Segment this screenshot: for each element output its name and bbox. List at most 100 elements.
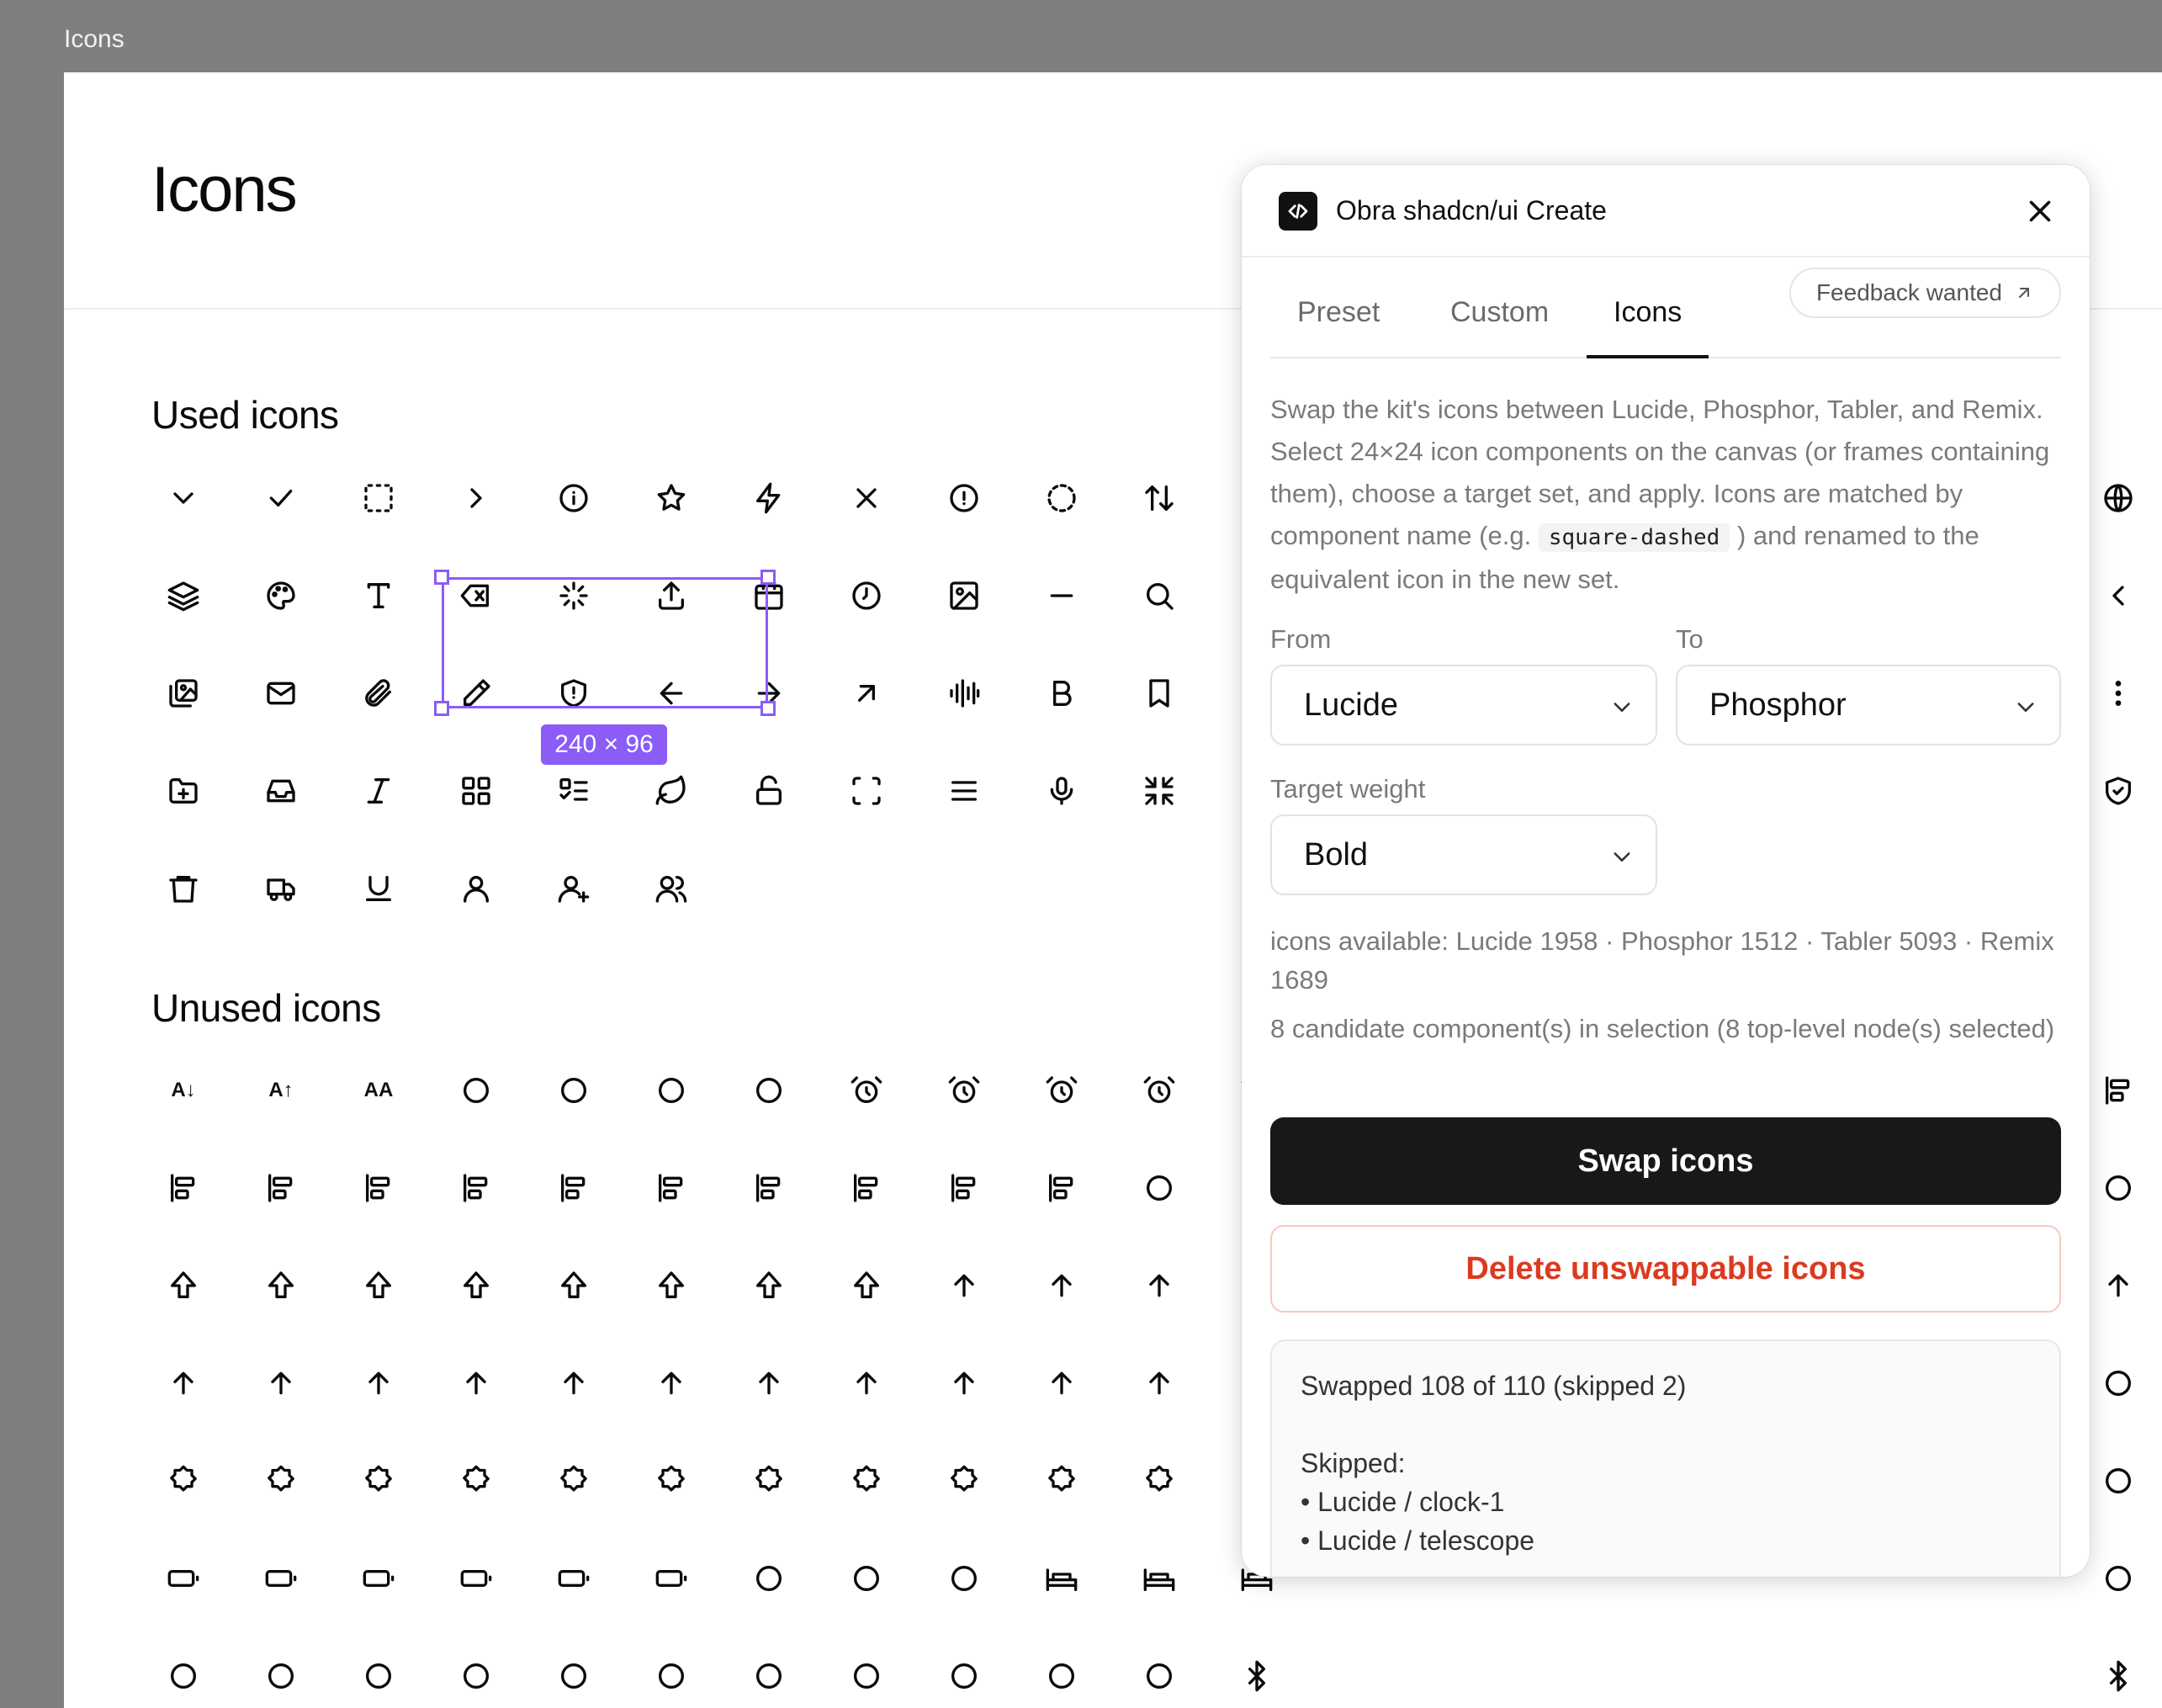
layout-grid-icon[interactable] xyxy=(458,772,495,809)
square-dashed-icon[interactable] xyxy=(360,480,397,517)
globe-icon[interactable] xyxy=(2100,480,2137,517)
shield-check-icon[interactable] xyxy=(2100,772,2137,809)
list-todo-icon[interactable] xyxy=(555,772,592,809)
bike-icon[interactable] xyxy=(262,1658,299,1695)
battery-icon[interactable] xyxy=(653,1560,690,1597)
blocks-icon[interactable] xyxy=(1141,1658,1178,1695)
badge-turkish-lira-icon[interactable] xyxy=(1043,1462,1080,1499)
trash-icon[interactable] xyxy=(165,870,202,907)
badge-indian-rupee-icon[interactable] xyxy=(165,1462,202,1499)
arrow-down-a-z-icon[interactable] xyxy=(1141,1267,1178,1304)
arrow-up-1-0-icon[interactable] xyxy=(360,1365,397,1402)
bold-icon[interactable] xyxy=(1043,675,1080,712)
audio-lines-icon[interactable] xyxy=(946,675,983,712)
arrow-up-from-line-icon[interactable] xyxy=(653,1365,690,1402)
arrow-up-a-z-icon[interactable] xyxy=(458,1365,495,1402)
biohazard-icon[interactable] xyxy=(555,1658,592,1695)
leaf-icon[interactable] xyxy=(653,772,690,809)
from-select[interactable]: Lucide xyxy=(1270,665,1657,745)
arrow-big-down-dash-icon[interactable] xyxy=(165,1267,202,1304)
badge-pound-sterling-icon[interactable] xyxy=(653,1462,690,1499)
circle-alert-icon[interactable] xyxy=(946,480,983,517)
check-icon[interactable] xyxy=(262,480,299,517)
selection-box[interactable] xyxy=(442,577,768,708)
to-select[interactable]: Phosphor xyxy=(1676,665,2061,745)
arrow-right-to-line-icon[interactable] xyxy=(165,1365,202,1402)
lock-open-icon[interactable] xyxy=(750,772,787,809)
badge-japanese-yen-icon[interactable] xyxy=(262,1462,299,1499)
badge-minus-icon[interactable] xyxy=(360,1462,397,1499)
arrow-up-to-line-icon[interactable] xyxy=(946,1365,983,1402)
image-icon[interactable] xyxy=(946,577,983,614)
align-vertical-justify-end-icon[interactable] xyxy=(750,1170,787,1207)
align-vertical-justify-center-icon[interactable] xyxy=(946,1170,983,1207)
chevron-down-icon[interactable] xyxy=(165,480,202,517)
underline-icon[interactable] xyxy=(360,870,397,907)
battery-full-icon[interactable] xyxy=(165,1560,202,1597)
close-button[interactable] xyxy=(2019,190,2061,232)
arrow-up-left-icon[interactable] xyxy=(750,1365,787,1402)
ellipsis-vertical-icon[interactable] xyxy=(2100,675,2137,712)
badge-percent-icon[interactable] xyxy=(458,1462,495,1499)
info-icon[interactable] xyxy=(555,480,592,517)
star-icon[interactable] xyxy=(653,480,690,517)
battery-plus-icon[interactable] xyxy=(458,1560,495,1597)
clock-icon[interactable] xyxy=(848,577,885,614)
alarm-clock-minus-icon[interactable] xyxy=(946,1072,983,1109)
banknote-icon[interactable] xyxy=(2100,1462,2137,1499)
arrow-big-up-icon[interactable] xyxy=(848,1267,885,1304)
tab-preset[interactable]: Preset xyxy=(1270,296,1407,358)
tab-icons[interactable]: Icons xyxy=(1587,296,1709,358)
zap-icon[interactable] xyxy=(750,480,787,517)
paperclip-icon[interactable] xyxy=(360,675,397,712)
activity-icon[interactable] xyxy=(555,1072,592,1109)
delete-unswappable-button[interactable]: Delete unswappable icons xyxy=(1270,1225,2061,1313)
bluetooth-off-icon[interactable] xyxy=(2100,1658,2137,1695)
bookmark-icon[interactable] xyxy=(1141,675,1178,712)
bitcoin-icon[interactable] xyxy=(848,1658,885,1695)
arrow-up-right-icon[interactable] xyxy=(848,675,885,712)
arrow-big-right-icon[interactable] xyxy=(653,1267,690,1304)
circle-dashed-icon[interactable] xyxy=(1043,480,1080,517)
a-large-small-icon[interactable]: AA xyxy=(353,1072,404,1109)
ambulance-icon[interactable] xyxy=(1141,1170,1178,1207)
selection-handle-bottom-left[interactable] xyxy=(434,701,449,716)
align-end-horizontal-icon[interactable] xyxy=(458,1170,495,1207)
align-start-vertical-icon[interactable] xyxy=(262,1170,299,1207)
feedback-button[interactable]: Feedback wanted xyxy=(1788,268,2061,318)
blend-icon[interactable] xyxy=(946,1658,983,1695)
badge-swiss-franc-icon[interactable] xyxy=(946,1462,983,1499)
app-window-icon[interactable] xyxy=(2100,1170,2137,1207)
bird-icon[interactable] xyxy=(653,1658,690,1695)
blinds-icon[interactable] xyxy=(1043,1658,1080,1695)
align-vertical-space-between-icon[interactable] xyxy=(1043,1170,1080,1207)
arrow-up-wide-narrow-icon[interactable] xyxy=(1043,1365,1080,1402)
badge-question-mark-icon[interactable] xyxy=(750,1462,787,1499)
alarm-clock-check-icon[interactable] xyxy=(848,1072,885,1109)
arrow-big-left-dash-icon[interactable] xyxy=(360,1267,397,1304)
minus-icon[interactable] xyxy=(1043,577,1080,614)
align-center-horizontal-icon[interactable] xyxy=(360,1170,397,1207)
inbox-icon[interactable] xyxy=(262,772,299,809)
badge-russian-ruble-icon[interactable] xyxy=(848,1462,885,1499)
selection-handle-top-left[interactable] xyxy=(434,570,449,585)
user-icon[interactable] xyxy=(458,870,495,907)
align-vertical-space-around-icon[interactable] xyxy=(848,1170,885,1207)
arrow-down-icon[interactable] xyxy=(2100,1267,2137,1304)
menu-icon[interactable] xyxy=(946,772,983,809)
selection-handle-top-right[interactable] xyxy=(760,570,776,585)
scan-icon[interactable] xyxy=(848,772,885,809)
battery-low-icon[interactable] xyxy=(262,1560,299,1597)
binary-icon[interactable] xyxy=(360,1658,397,1695)
align-center-vertical-icon[interactable] xyxy=(555,1170,592,1207)
truck-icon[interactable] xyxy=(262,870,299,907)
images-icon[interactable] xyxy=(165,675,202,712)
italic-icon[interactable] xyxy=(360,772,397,809)
biceps-flexed-icon[interactable] xyxy=(165,1658,202,1695)
mic-icon[interactable] xyxy=(1043,772,1080,809)
palette-icon[interactable] xyxy=(262,577,299,614)
tab-custom[interactable]: Custom xyxy=(1423,296,1576,358)
a-arrow-up-icon[interactable]: A↑ xyxy=(256,1072,306,1109)
search-icon[interactable] xyxy=(1141,577,1178,614)
alarm-clock-plus-icon[interactable] xyxy=(1141,1072,1178,1109)
